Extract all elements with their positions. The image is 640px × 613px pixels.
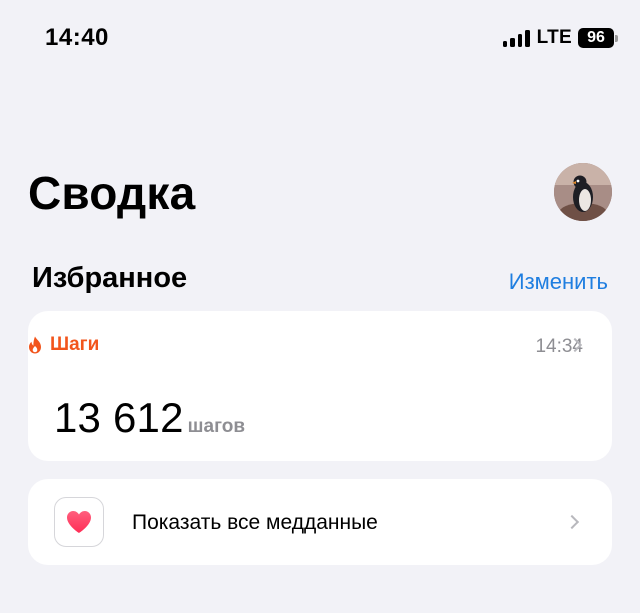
steps-value-row: 13 612 шагов: [54, 394, 245, 442]
show-all-health-data-label: Показать все медданные: [132, 511, 378, 534]
battery-icon: 96: [578, 28, 618, 48]
steps-label: Шаги: [50, 334, 100, 355]
flame-icon: [29, 336, 41, 354]
penguin-avatar-icon: [554, 163, 612, 221]
status-bar: 14:40 LTE 96: [0, 0, 640, 80]
health-summary-screen: 14:40 LTE 96 Сводка Избранное Изменить Ш…: [0, 0, 640, 613]
health-heart-icon: [67, 511, 91, 533]
edit-favorites-button[interactable]: Изменить: [509, 269, 608, 295]
profile-avatar[interactable]: [554, 163, 612, 221]
status-time: 14:40: [45, 24, 109, 51]
steps-card-header: Шаги: [28, 334, 99, 356]
steps-count: 13 612: [54, 394, 184, 441]
steps-unit: шагов: [187, 416, 246, 437]
favorites-title: Избранное: [32, 262, 188, 294]
network-type: LTE: [536, 27, 572, 48]
health-app-icon: [54, 497, 104, 547]
page-title: Сводка: [28, 167, 196, 219]
status-indicators: LTE 96: [502, 27, 618, 49]
battery-level: 96: [578, 28, 614, 48]
cellular-signal-icon: [502, 29, 530, 47]
